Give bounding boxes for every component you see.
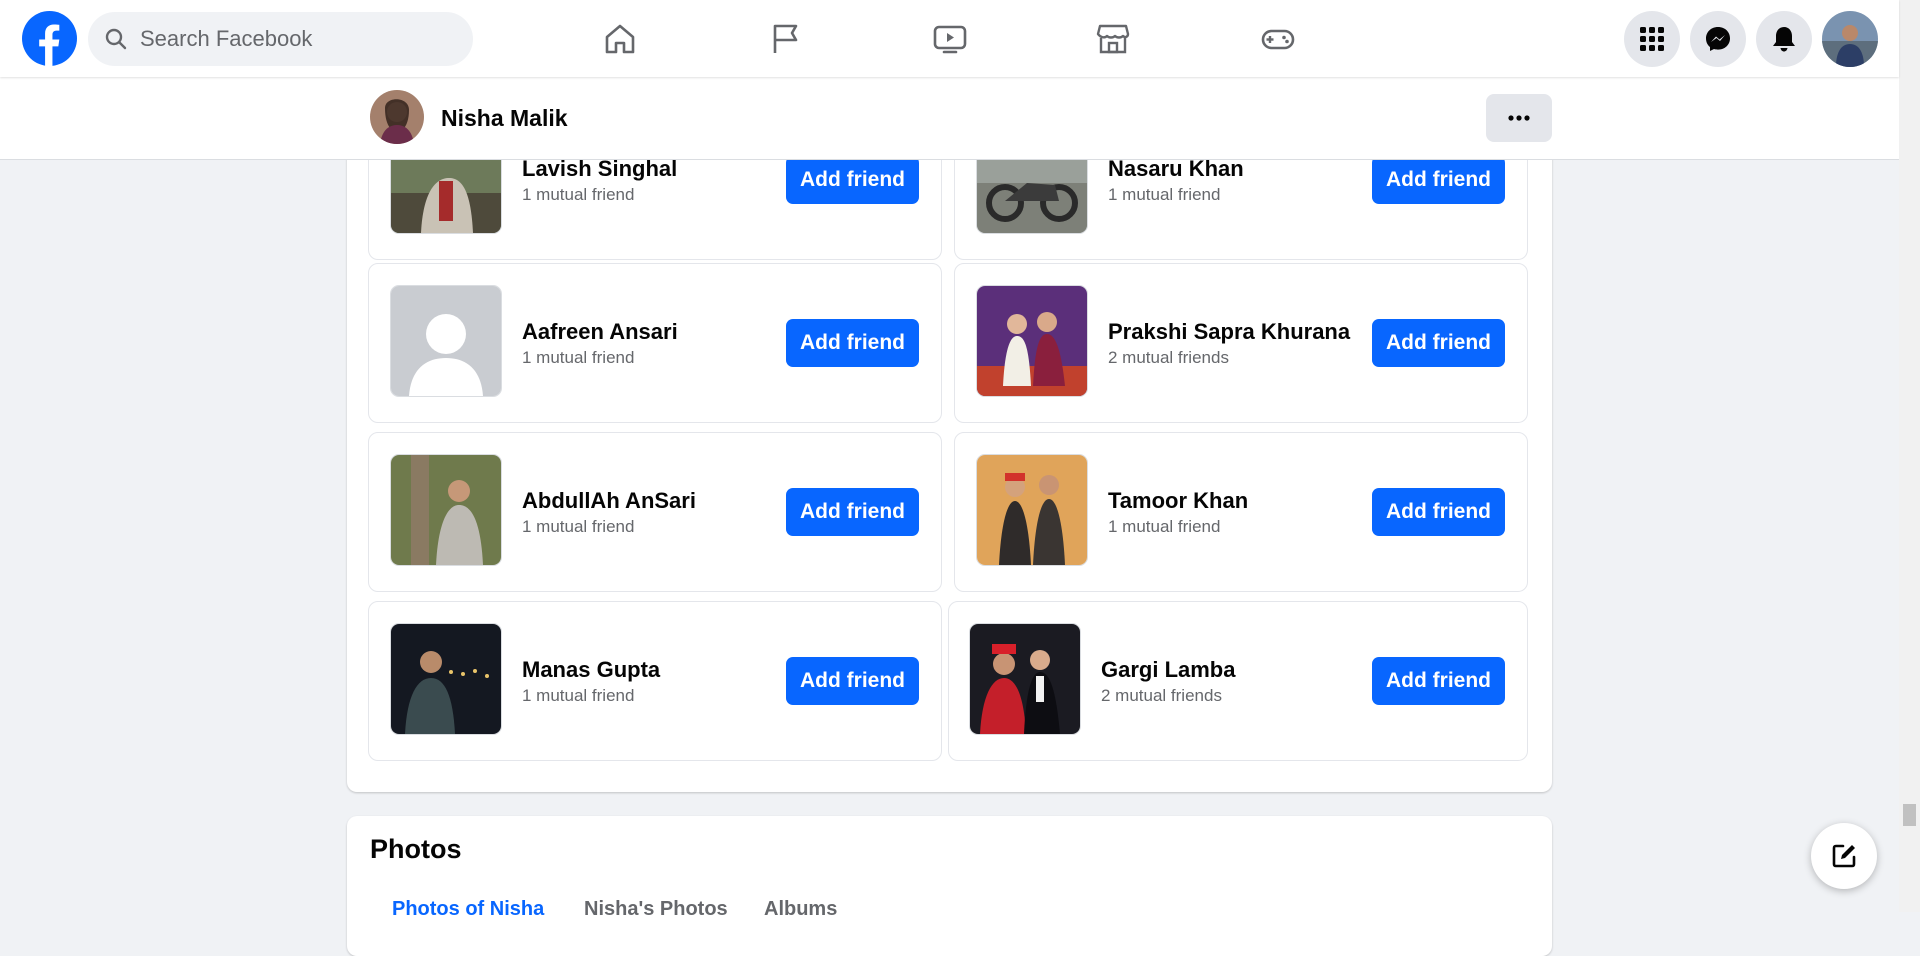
compose-icon: [1832, 844, 1856, 868]
friends-card: Lavish Singhal 1 mutual friend Add frien…: [347, 100, 1552, 792]
gaming-icon: [1261, 29, 1295, 50]
tab-photos-of-nisha[interactable]: Photos of Nisha: [392, 898, 544, 921]
nav-home[interactable]: [597, 16, 643, 62]
default-avatar-icon: [391, 286, 501, 396]
friend-card: Prakshi Sapra Khurana 2 mutual friends A…: [954, 263, 1528, 423]
friend-name[interactable]: Aafreen Ansari: [522, 319, 678, 345]
video-icon: [933, 25, 967, 54]
friend-photo-image: [970, 624, 1080, 734]
friend-card: Manas Gupta 1 mutual friend Add friend: [368, 601, 942, 761]
photos-card: Photos Photos of Nisha Nisha's Photos Al…: [347, 816, 1552, 956]
friend-photo[interactable]: [976, 285, 1088, 397]
flag-icon: [773, 24, 798, 53]
profile-avatar[interactable]: [370, 90, 424, 144]
friend-card: Tamoor Khan 1 mutual friend Add friend: [954, 432, 1528, 592]
add-friend-button[interactable]: Add friend: [786, 657, 919, 705]
add-friend-button[interactable]: Add friend: [1372, 488, 1505, 536]
account-photo: [1822, 11, 1878, 67]
mutual-friends-count[interactable]: 1 mutual friend: [522, 686, 634, 706]
nav-watch[interactable]: [927, 16, 973, 62]
profile-photo: [370, 90, 424, 144]
account-avatar[interactable]: [1822, 11, 1878, 67]
friend-photo[interactable]: [969, 623, 1081, 735]
friend-card: Gargi Lamba 2 mutual friends Add friend: [948, 601, 1528, 761]
more-icon: [1508, 115, 1530, 121]
add-friend-button[interactable]: Add friend: [1372, 657, 1505, 705]
profile-sticky-header: Nisha Malik: [0, 77, 1899, 160]
home-icon: [605, 24, 635, 54]
mutual-friends-count[interactable]: 1 mutual friend: [522, 348, 634, 368]
friend-photo-image: [977, 455, 1087, 565]
photos-section-title[interactable]: Photos: [370, 834, 462, 865]
mutual-friends-count[interactable]: 1 mutual friend: [522, 517, 634, 537]
page-scrollbar[interactable]: [1899, 0, 1920, 912]
friend-photo[interactable]: [976, 454, 1088, 566]
messenger-icon: [1706, 27, 1730, 51]
search-icon: [105, 28, 127, 50]
friend-card: AbdullAh AnSari 1 mutual friend Add frie…: [368, 432, 942, 592]
friend-card: Aafreen Ansari 1 mutual friend Add frien…: [368, 263, 942, 423]
marketplace-icon: [1096, 24, 1130, 54]
add-friend-button[interactable]: Add friend: [1372, 319, 1505, 367]
friend-name[interactable]: Manas Gupta: [522, 657, 660, 683]
menu-grid-icon: [1640, 27, 1664, 51]
add-friend-button[interactable]: Add friend: [786, 156, 919, 204]
add-friend-button[interactable]: Add friend: [1372, 156, 1505, 204]
friend-name[interactable]: AbdullAh AnSari: [522, 488, 696, 514]
top-navigation-bar: [0, 0, 1899, 77]
friend-name[interactable]: Gargi Lamba: [1101, 657, 1235, 683]
mutual-friends-count[interactable]: 1 mutual friend: [1108, 517, 1220, 537]
friend-photo-image: [977, 286, 1087, 396]
friend-photo-image: [391, 455, 501, 565]
bell-icon: [1773, 27, 1795, 52]
notifications-button[interactable]: [1756, 11, 1812, 67]
friend-photo[interactable]: [390, 454, 502, 566]
mutual-friends-count[interactable]: 2 mutual friends: [1108, 348, 1229, 368]
friend-photo-image: [391, 624, 501, 734]
tab-albums[interactable]: Albums: [764, 898, 837, 921]
search-input[interactable]: [138, 25, 442, 53]
friend-photo[interactable]: [390, 623, 502, 735]
new-message-button[interactable]: [1811, 823, 1877, 889]
scrollbar-thumb[interactable]: [1903, 804, 1916, 826]
nav-marketplace[interactable]: [1090, 16, 1136, 62]
friend-photo[interactable]: [390, 285, 502, 397]
mutual-friends-count[interactable]: 1 mutual friend: [1108, 185, 1220, 205]
tab-nishas-photos[interactable]: Nisha's Photos: [584, 898, 728, 921]
more-options-button[interactable]: [1486, 94, 1552, 142]
nav-pages[interactable]: [762, 16, 808, 62]
friend-name[interactable]: Tamoor Khan: [1108, 488, 1248, 514]
messenger-button[interactable]: [1690, 11, 1746, 67]
nav-gaming[interactable]: [1255, 16, 1301, 62]
add-friend-button[interactable]: Add friend: [786, 488, 919, 536]
search-bar[interactable]: [88, 12, 473, 66]
facebook-logo[interactable]: [22, 11, 77, 66]
menu-button[interactable]: [1624, 11, 1680, 67]
add-friend-button[interactable]: Add friend: [786, 319, 919, 367]
mutual-friends-count[interactable]: 1 mutual friend: [522, 185, 634, 205]
friend-name[interactable]: Prakshi Sapra Khurana: [1108, 319, 1350, 345]
mutual-friends-count[interactable]: 2 mutual friends: [1101, 686, 1222, 706]
profile-name[interactable]: Nisha Malik: [441, 105, 568, 132]
